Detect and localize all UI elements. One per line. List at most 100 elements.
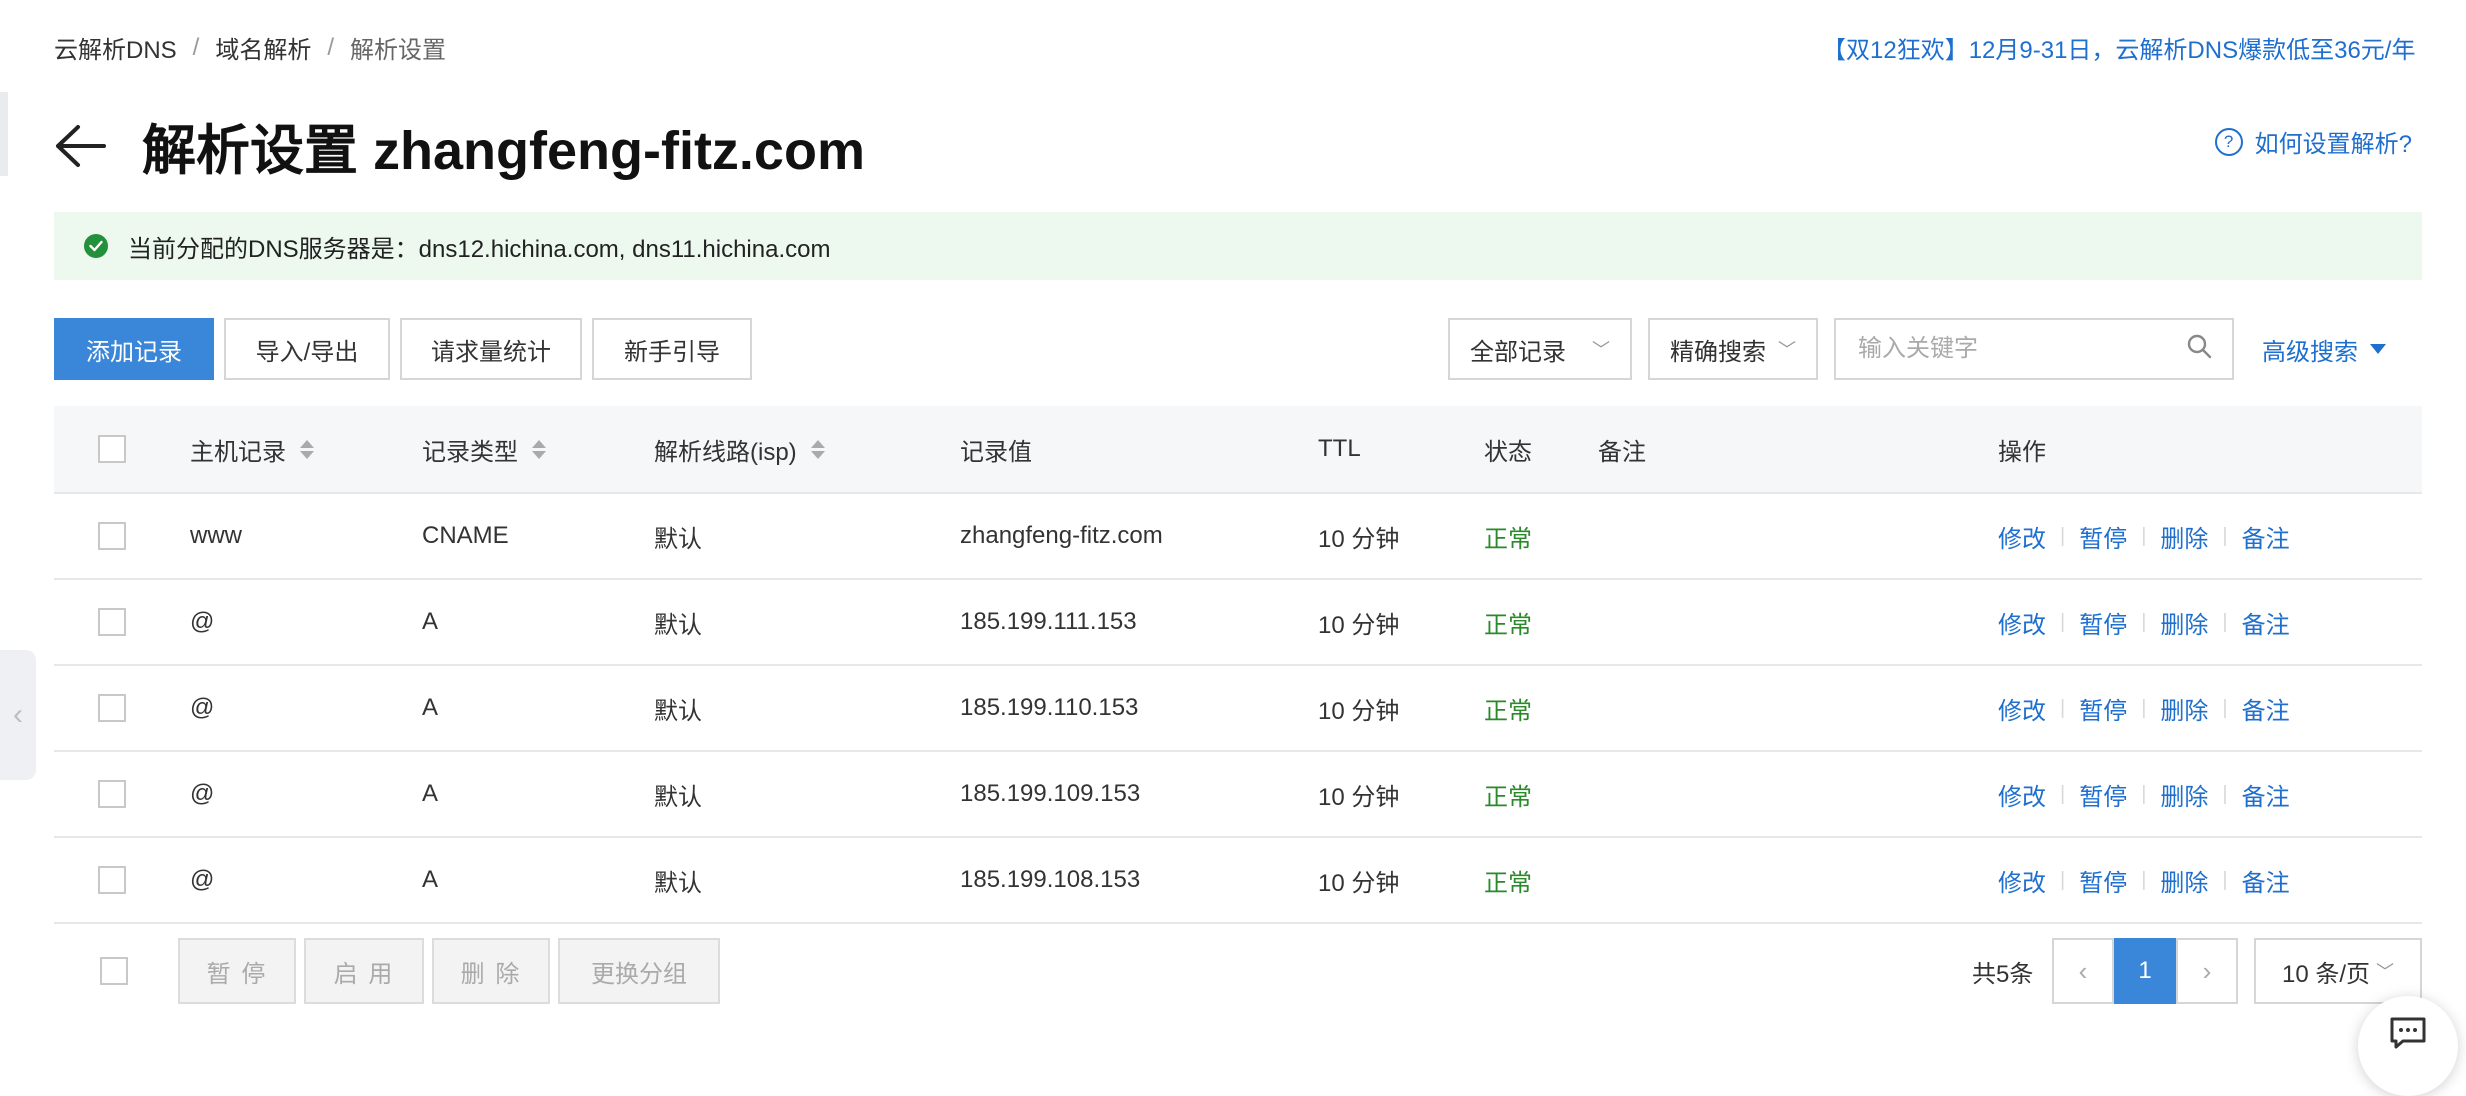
bulk-enable-button[interactable]: 启 用 <box>304 938 424 1004</box>
action-divider: | <box>2222 696 2228 719</box>
remark-action-link[interactable]: 备注 <box>2242 863 2290 898</box>
action-divider: | <box>2222 868 2228 891</box>
delete-action-link[interactable]: 删除 <box>2160 863 2208 898</box>
sidebar-collapse-toggle[interactable]: ‹ <box>0 650 36 780</box>
next-page-button[interactable]: › <box>2176 938 2238 1004</box>
pause-action-link[interactable]: 暂停 <box>2079 605 2127 640</box>
cell-status: 正常 <box>1484 697 1532 725</box>
row-checkbox[interactable] <box>98 522 126 550</box>
table-body: www CNAME 默认 zhangfeng-fitz.com 10 分钟 正常 修改 | 暂停… <box>54 494 2422 924</box>
cell-host: @ <box>190 694 215 721</box>
record-filter-value: 全部记录 <box>1470 338 1566 366</box>
toolbar: 添加记录 导入/导出 请求量统计 新手引导 <box>54 318 752 380</box>
remark-action-link[interactable]: 备注 <box>2242 605 2290 640</box>
column-header-host-label: 主机记录 <box>190 438 286 466</box>
add-record-button[interactable]: 添加记录 <box>54 318 214 380</box>
column-header-line[interactable]: 解析线路(isp) <box>654 406 825 492</box>
page-1-button[interactable]: 1 <box>2114 938 2176 1004</box>
page-size-select[interactable]: 10 条/页 ﹀ <box>2254 938 2422 1004</box>
cell-value: 185.199.108.153 <box>960 866 1141 893</box>
cell-line: 默认 <box>654 869 702 897</box>
promo-banner-link[interactable]: 【双12狂欢】12月9-31日，云解析DNS爆款低至36元/年 <box>1822 30 2422 65</box>
remark-action-link[interactable]: 备注 <box>2242 777 2290 812</box>
breadcrumb: 云解析DNS / 域名解析 / 解析设置 <box>54 30 446 65</box>
cell-status: 正常 <box>1484 783 1532 811</box>
cell-type: A <box>422 608 439 635</box>
bulk-pause-button[interactable]: 暂 停 <box>178 938 296 1004</box>
action-divider: | <box>2060 696 2066 719</box>
advanced-search-toggle[interactable]: 高级搜索 <box>2262 332 2386 367</box>
pause-action-link[interactable]: 暂停 <box>2079 863 2127 898</box>
search-icon[interactable] <box>2186 333 2212 366</box>
change-group-button[interactable]: 更换分组 <box>558 938 720 1004</box>
action-divider: | <box>2060 782 2066 805</box>
delete-action-link[interactable]: 删除 <box>2160 691 2208 726</box>
cell-host: @ <box>190 608 215 635</box>
request-stats-button[interactable]: 请求量统计 <box>400 318 582 380</box>
cell-status: 正常 <box>1484 869 1532 897</box>
record-filter-select[interactable]: 全部记录 ﹀ <box>1448 318 1632 380</box>
remark-action-link[interactable]: 备注 <box>2242 519 2290 554</box>
check-circle-icon <box>84 234 108 258</box>
search-mode-select[interactable]: 精确搜索 ﹀ <box>1648 318 1818 380</box>
side-nav-edge <box>0 92 8 176</box>
cell-ttl: 10 分钟 <box>1318 869 1400 897</box>
row-checkbox-cell <box>98 752 126 836</box>
edit-action-link[interactable]: 修改 <box>1998 519 2046 554</box>
dns-records-table: 主机记录 记录类型 解析线路(isp) 记录值 TTL 状态 备注 操作 www… <box>54 406 2422 924</box>
chat-support-button[interactable] <box>2358 996 2458 1096</box>
cell-host: @ <box>190 866 215 893</box>
row-checkbox[interactable] <box>98 780 126 808</box>
table-row: www CNAME 默认 zhangfeng-fitz.com 10 分钟 正常 修改 | 暂停… <box>54 494 2422 580</box>
select-all-checkbox-cell <box>98 406 126 492</box>
advanced-search-label: 高级搜索 <box>2262 338 2358 366</box>
row-checkbox[interactable] <box>98 694 126 722</box>
pause-action-link[interactable]: 暂停 <box>2079 777 2127 812</box>
row-checkbox-cell <box>98 580 126 664</box>
breadcrumb-separator: / <box>192 33 200 61</box>
column-header-remark: 备注 <box>1598 438 1646 466</box>
table-row: @ A 默认 185.199.111.153 10 分钟 正常 修改 | 暂停 | 删除 | 备注 <box>54 580 2422 666</box>
row-actions: 修改 | 暂停 | 删除 | 备注 <box>1998 494 2290 578</box>
chat-icon <box>2389 1016 2427 1055</box>
back-arrow-icon[interactable] <box>54 118 110 174</box>
column-header-host[interactable]: 主机记录 <box>190 406 314 492</box>
prev-page-button[interactable]: ‹ <box>2052 938 2114 1004</box>
column-header-ttl: TTL <box>1318 435 1361 462</box>
delete-action-link[interactable]: 删除 <box>2160 605 2208 640</box>
edit-action-link[interactable]: 修改 <box>1998 691 2046 726</box>
footer-select-all-checkbox[interactable] <box>100 957 128 985</box>
action-divider: | <box>2060 868 2066 891</box>
edit-action-link[interactable]: 修改 <box>1998 777 2046 812</box>
delete-action-link[interactable]: 删除 <box>2160 519 2208 554</box>
pause-action-link[interactable]: 暂停 <box>2079 691 2127 726</box>
column-header-type[interactable]: 记录类型 <box>422 406 546 492</box>
chevron-down-icon: ﹀ <box>1592 340 1610 360</box>
breadcrumb-link-domain[interactable]: 域名解析 <box>215 30 311 65</box>
search-mode-value: 精确搜索 <box>1670 338 1766 366</box>
help-icon: ? <box>2214 127 2243 156</box>
edit-action-link[interactable]: 修改 <box>1998 863 2046 898</box>
remark-action-link[interactable]: 备注 <box>2242 691 2290 726</box>
search-input[interactable] <box>1856 334 2186 364</box>
action-divider: | <box>2141 524 2147 547</box>
beginner-guide-button[interactable]: 新手引导 <box>592 318 752 380</box>
row-checkbox[interactable] <box>98 608 126 636</box>
column-header-line-label: 解析线路(isp) <box>654 438 797 466</box>
edit-action-link[interactable]: 修改 <box>1998 605 2046 640</box>
row-actions: 修改 | 暂停 | 删除 | 备注 <box>1998 838 2290 922</box>
pause-action-link[interactable]: 暂停 <box>2079 519 2127 554</box>
cell-status: 正常 <box>1484 611 1532 639</box>
row-checkbox[interactable] <box>98 866 126 894</box>
action-divider: | <box>2141 696 2147 719</box>
help-link[interactable]: ? 如何设置解析? <box>2214 124 2412 159</box>
import-export-button[interactable]: 导入/导出 <box>224 318 390 380</box>
column-header-status: 状态 <box>1484 438 1532 466</box>
column-header-type-label: 记录类型 <box>422 438 518 466</box>
chevron-down-icon: ﹀ <box>2376 962 2395 982</box>
breadcrumb-link-dns[interactable]: 云解析DNS <box>54 30 177 65</box>
action-divider: | <box>2222 524 2228 547</box>
select-all-checkbox[interactable] <box>98 435 126 463</box>
bulk-delete-button[interactable]: 删 除 <box>432 938 550 1004</box>
delete-action-link[interactable]: 删除 <box>2160 777 2208 812</box>
